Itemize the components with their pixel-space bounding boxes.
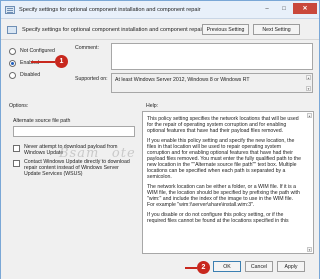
scroll-up-icon[interactable]: ▲ (306, 75, 311, 80)
cancel-button[interactable]: Cancel (245, 261, 273, 272)
radio-label: Disabled (20, 72, 41, 78)
help-section-label: Help: (146, 103, 159, 109)
radio-button[interactable] (9, 47, 16, 55)
checkbox-contact-windows-update[interactable]: Contact Windows Update directly to downl… (13, 159, 134, 177)
apply-button[interactable]: Apply (277, 261, 305, 272)
supported-text: At least Windows Server 2012, Windows 8 … (115, 77, 250, 83)
radio-label: Not Configured (20, 48, 55, 54)
help-text-pane[interactable]: This policy setting specifies the networ… (142, 111, 314, 254)
comment-label: Comment: (75, 45, 99, 51)
step-badge-1: 1 (55, 55, 68, 68)
supported-on-value: At least Windows Server 2012, Windows 8 … (111, 73, 313, 93)
window-controls: – □ ✕ (259, 3, 317, 14)
radio-not-configured[interactable]: Not Configured (9, 45, 55, 57)
supported-label: Supported on: (75, 76, 108, 82)
maximize-button[interactable]: □ (276, 3, 292, 14)
radio-disabled[interactable]: Disabled (9, 69, 55, 81)
alt-source-label: Alternate source file path (13, 118, 71, 124)
help-paragraph: If you enable this policy setting and sp… (147, 138, 301, 180)
ok-button[interactable]: OK (213, 261, 241, 272)
previous-setting-button[interactable]: Previous Setting (202, 24, 249, 35)
dialog-footer: 2 OK Cancel Apply (1, 256, 319, 279)
policy-header-icon (7, 25, 17, 34)
watermark: Bsam_ ote (59, 146, 136, 161)
checkbox-label: Contact Windows Update directly to downl… (24, 159, 130, 177)
checkbox[interactable] (13, 145, 20, 152)
close-button[interactable]: ✕ (293, 3, 317, 14)
help-paragraph: The network location can be either a fol… (147, 184, 300, 208)
help-paragraph: If you disable or do not configure this … (147, 212, 289, 224)
annotation-arrow (185, 267, 197, 269)
radio-button[interactable] (9, 71, 16, 79)
policy-title: Specify settings for optional component … (22, 26, 204, 33)
window-title: Specify settings for optional component … (19, 6, 201, 13)
title-bar[interactable]: Specify settings for optional component … (1, 1, 319, 19)
checkbox[interactable] (13, 160, 20, 167)
radio-enabled[interactable]: Enabled (9, 57, 55, 69)
state-radio-group: Not Configured Enabled Disabled (9, 45, 55, 81)
alt-source-input[interactable] (13, 126, 135, 137)
policy-icon (5, 5, 15, 14)
options-section-label: Options: (9, 103, 29, 109)
dialog-window: Specify settings for optional component … (0, 0, 320, 279)
scroll-down-icon[interactable]: ▼ (307, 247, 312, 252)
radio-button[interactable] (9, 59, 16, 67)
minimize-button[interactable]: – (259, 3, 275, 14)
comment-textarea[interactable] (111, 43, 313, 70)
scroll-down-icon[interactable]: ▼ (306, 86, 311, 91)
next-setting-button[interactable]: Next Setting (253, 24, 300, 35)
help-paragraph: This policy setting specifies the networ… (147, 116, 299, 134)
step-badge-2: 2 (197, 261, 210, 274)
scroll-up-icon[interactable]: ▲ (307, 113, 312, 118)
annotation-arrow (31, 61, 55, 63)
